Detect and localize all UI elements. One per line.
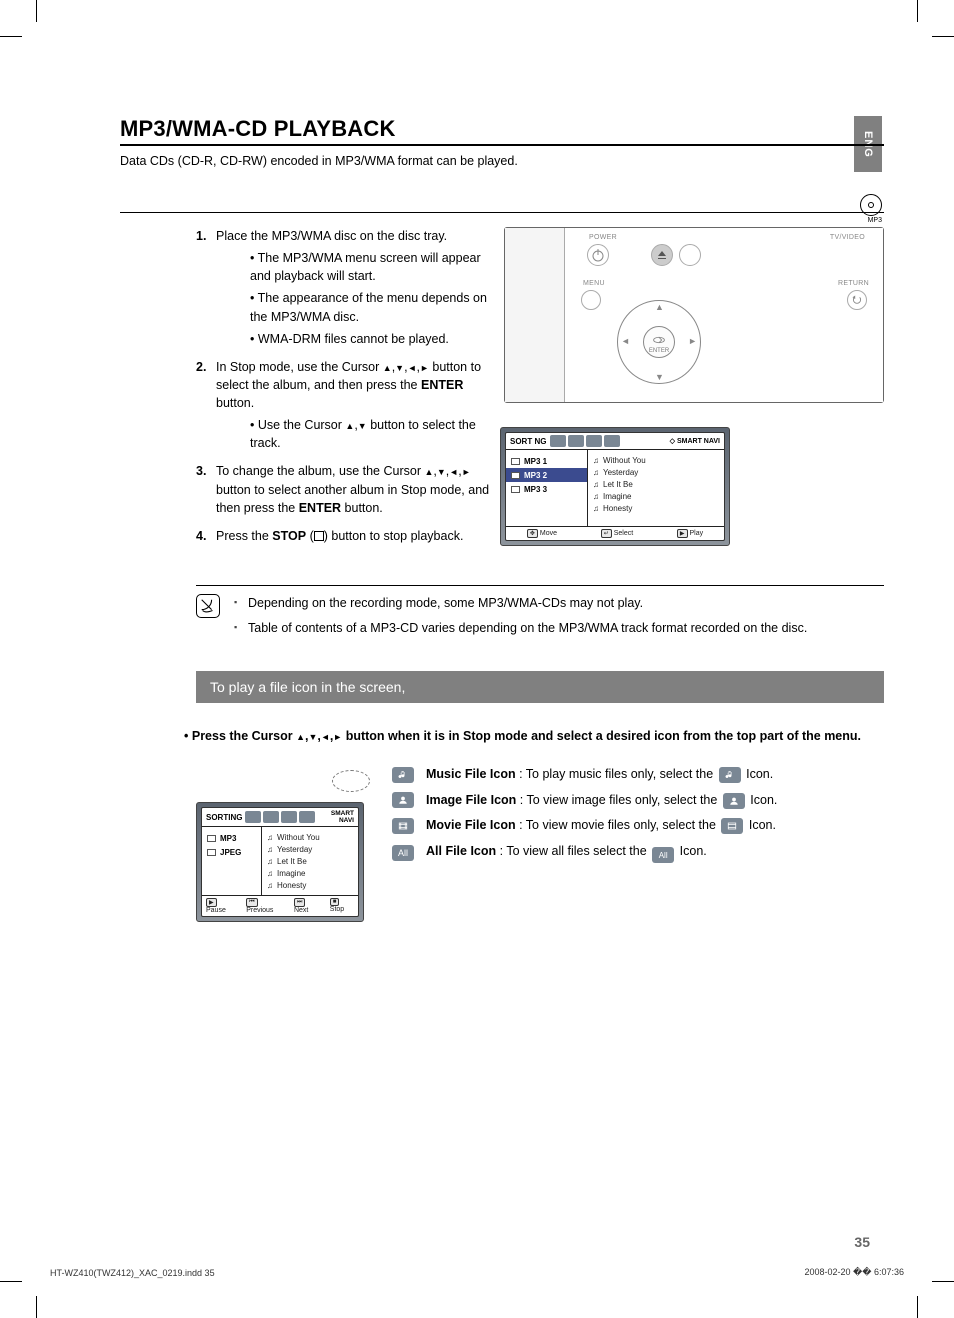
remote-diagram: POWER TV/VIDEO MENU RETURN: [504, 227, 884, 403]
all-icon: [604, 435, 620, 447]
stop-icon: [314, 531, 324, 541]
smart-navi-screen-1: SORT NG ◇ SMART NAVI MP3 1 MP3 2 MP3 3: [500, 427, 730, 546]
footer-timestamp: 2008-02-20 �� 6:07:36: [804, 1267, 904, 1278]
image-icon: [568, 435, 584, 447]
movie-icon: [586, 435, 602, 447]
note-icon: [196, 594, 220, 618]
callout-lens: [196, 766, 370, 802]
step-4: 4. Press the STOP () button to stop play…: [196, 527, 500, 545]
press-instruction: Press the Cursor ,,, button when it is i…: [120, 727, 884, 746]
image-file-icon: [392, 792, 414, 808]
return-icon: [847, 290, 867, 310]
movie-file-icon: [392, 818, 414, 834]
all-file-icon: All: [392, 845, 414, 861]
power-icon: [587, 244, 609, 266]
music-file-icon: [392, 767, 414, 783]
step-3: 3. To change the album, use the Cursor ,…: [196, 462, 500, 516]
dpad: ▲ ▼ ◄ ► ENTER: [609, 292, 709, 392]
page-number: 35: [854, 1234, 870, 1250]
step-2: 2. In Stop mode, use the Cursor ,,, butt…: [196, 358, 500, 453]
icon-definitions: Music File Icon : To play music files on…: [370, 766, 884, 922]
eject-icon: [651, 244, 673, 266]
note-list: Depending on the recording mode, some MP…: [234, 594, 807, 644]
enter-button: ENTER: [643, 326, 675, 358]
step-1: 1. Place the MP3/WMA disc on the disc tr…: [196, 227, 500, 348]
subheading: To play a file icon in the screen,: [196, 671, 884, 703]
page-title: MP3/WMA-CD PLAYBACK: [120, 116, 884, 142]
music-icon: [550, 435, 566, 447]
intro-text: Data CDs (CD-R, CD-RW) encoded in MP3/WM…: [120, 154, 884, 168]
footer-filename: HT-WZ410(TWZ412)_XAC_0219.indd 35: [50, 1268, 215, 1278]
smart-navi-screen-2: SORTING SMART NAVI MP3 JPEG ♫Without You…: [196, 802, 364, 922]
